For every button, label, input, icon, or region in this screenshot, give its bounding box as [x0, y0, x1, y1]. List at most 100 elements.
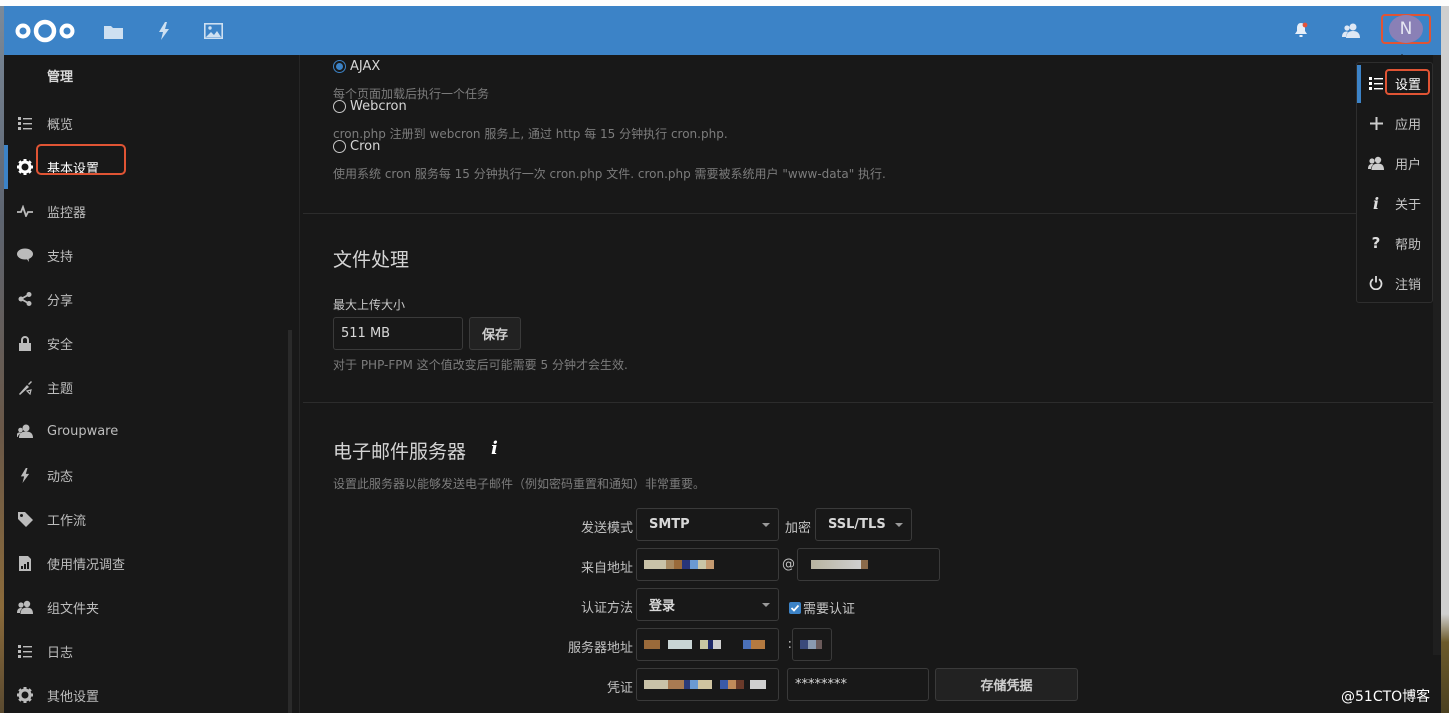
watermark: @51CTO博客 [1341, 689, 1431, 705]
sidebar-item-label: 组文件夹 [47, 601, 100, 617]
sidebar-item-label: 主题 [47, 381, 74, 397]
speech-bubble-icon [16, 246, 34, 264]
menu-item-help[interactable]: ? 帮助 [1357, 223, 1434, 263]
max-upload-label: 最大上传大小 [333, 298, 406, 312]
annotation-highlight [1385, 69, 1430, 95]
avatar[interactable]: N [1389, 15, 1423, 43]
send-mode-label: 发送模式 [580, 521, 633, 536]
radio-button[interactable] [333, 140, 346, 153]
list-icon [16, 642, 34, 660]
server-address-label: 服务器地址 [567, 641, 633, 656]
radio-cron[interactable]: Cron [333, 139, 380, 154]
sidebar-item-monitoring[interactable]: 监控器 [4, 189, 300, 233]
at-sign: @ [782, 557, 795, 572]
sidebar-item-sharing[interactable]: 分享 [4, 277, 300, 321]
auth-required-checkbox[interactable]: 需要认证 [789, 598, 855, 617]
encryption-label: 加密 [784, 521, 811, 536]
user-menu-toggle[interactable]: N [1381, 14, 1431, 44]
image-icon[interactable] [202, 20, 224, 42]
max-upload-input[interactable]: 511 MB [333, 317, 463, 350]
group-icon [16, 598, 34, 616]
menu-item-apps[interactable]: 应用 [1357, 103, 1434, 143]
lock-icon [16, 334, 34, 352]
username-input[interactable] [636, 668, 779, 701]
sidebar-item-label: 日志 [47, 645, 74, 661]
sidebar-item-label: 安全 [47, 337, 74, 353]
auth-method-select[interactable]: 登录 [636, 588, 779, 621]
radio-ajax[interactable]: AJAX [333, 59, 380, 74]
sidebar-item-label: 使用情况调查 [47, 557, 126, 573]
radio-button[interactable] [333, 60, 346, 73]
content-scrollbar[interactable] [1433, 55, 1441, 655]
sidebar-item-groupware[interactable]: Groupware [4, 409, 300, 453]
contacts-icon[interactable] [1339, 18, 1363, 42]
credentials-label: 凭证 [606, 681, 633, 696]
nextcloud-logo[interactable] [14, 18, 76, 44]
sidebar-item-support[interactable]: 支持 [4, 233, 300, 277]
power-icon [1367, 274, 1385, 292]
from-domain-input[interactable] [797, 548, 940, 581]
chevron-down-icon [762, 603, 770, 607]
from-address-input[interactable] [636, 548, 779, 581]
pulse-icon [16, 202, 34, 220]
radio-label: Webcron [350, 99, 407, 114]
radio-label: Cron [350, 139, 381, 154]
webcron-description: cron.php 注册到 webcron 服务上, 通过 http 每 15 分… [333, 127, 728, 141]
server-address-input[interactable] [636, 628, 779, 661]
lightning-icon[interactable] [153, 20, 175, 42]
chevron-down-icon [895, 523, 903, 527]
gear-icon [16, 686, 34, 704]
list-icon [16, 114, 34, 132]
sidebar-item-group-folders[interactable]: 组文件夹 [4, 585, 300, 629]
brush-icon [16, 378, 34, 396]
info-icon: i [1372, 193, 1380, 213]
lightning-icon [16, 466, 34, 484]
bell-icon[interactable] [1289, 18, 1313, 42]
chart-icon [16, 554, 34, 572]
auth-method-value: 登录 [649, 599, 676, 614]
cron-description: 使用系统 cron 服务每 15 分钟执行一次 cron.php 文件. cro… [333, 167, 886, 181]
share-icon [16, 290, 34, 308]
admin-sidebar: 管理 概览 基本设置 监控器 支持 分享 安全 主题 Groupware 动态 … [4, 55, 300, 713]
menu-item-about[interactable]: i 关于 [1357, 183, 1434, 223]
sidebar-item-label: 其他设置 [47, 689, 100, 705]
sidebar-item-workflow[interactable]: 工作流 [4, 497, 300, 541]
help-icon: ? [1371, 234, 1381, 252]
sidebar-item-additional-settings[interactable]: 其他设置 [4, 673, 300, 713]
checkbox-checked-icon[interactable] [789, 601, 801, 614]
user-group-icon [16, 422, 34, 440]
annotation-highlight [36, 144, 126, 175]
menu-item-label: 帮助 [1395, 237, 1422, 253]
list-icon [1367, 74, 1385, 92]
radio-label: AJAX [350, 59, 381, 74]
radio-webcron[interactable]: Webcron [333, 99, 407, 114]
auth-method-label: 认证方法 [580, 601, 633, 616]
menu-item-logout[interactable]: 注销 [1357, 263, 1434, 303]
sidebar-item-overview[interactable]: 概览 [4, 101, 300, 145]
encryption-value: SSL/TLS [828, 517, 886, 532]
menu-item-users[interactable]: 用户 [1357, 143, 1434, 183]
sidebar-item-label: 监控器 [47, 205, 87, 221]
radio-button[interactable] [333, 100, 346, 113]
password-input[interactable]: ******** [787, 668, 929, 701]
sidebar-item-activity[interactable]: 动态 [4, 453, 300, 497]
sidebar-item-label: 概览 [47, 117, 74, 133]
folder-icon[interactable] [102, 20, 124, 42]
plus-icon [1367, 114, 1385, 132]
sidebar-item-logging[interactable]: 日志 [4, 629, 300, 673]
section-divider [303, 213, 1433, 214]
browser-viewport: N 管理 概览 基本设置 监控器 支持 分享 安全 主题 Groupware 动… [0, 6, 1449, 713]
sidebar-item-theming[interactable]: 主题 [4, 365, 300, 409]
sidebar-item-survey[interactable]: 使用情况调查 [4, 541, 300, 585]
info-icon[interactable]: i [491, 438, 505, 459]
store-credentials-button[interactable]: 存储凭据 [935, 668, 1078, 701]
settings-content: AJAX 每个页面加载后执行一个任务 Webcron cron.php 注册到 … [303, 55, 1433, 713]
send-mode-select[interactable]: SMTP [636, 508, 779, 541]
save-button[interactable]: 保存 [469, 317, 521, 350]
menu-arrow [1394, 54, 1410, 62]
sidebar-item-security[interactable]: 安全 [4, 321, 300, 365]
server-port-input[interactable] [792, 628, 832, 661]
encryption-select[interactable]: SSL/TLS [815, 508, 912, 541]
sidebar-scrollbar[interactable] [288, 330, 292, 713]
sidebar-title: 管理 [47, 70, 74, 85]
